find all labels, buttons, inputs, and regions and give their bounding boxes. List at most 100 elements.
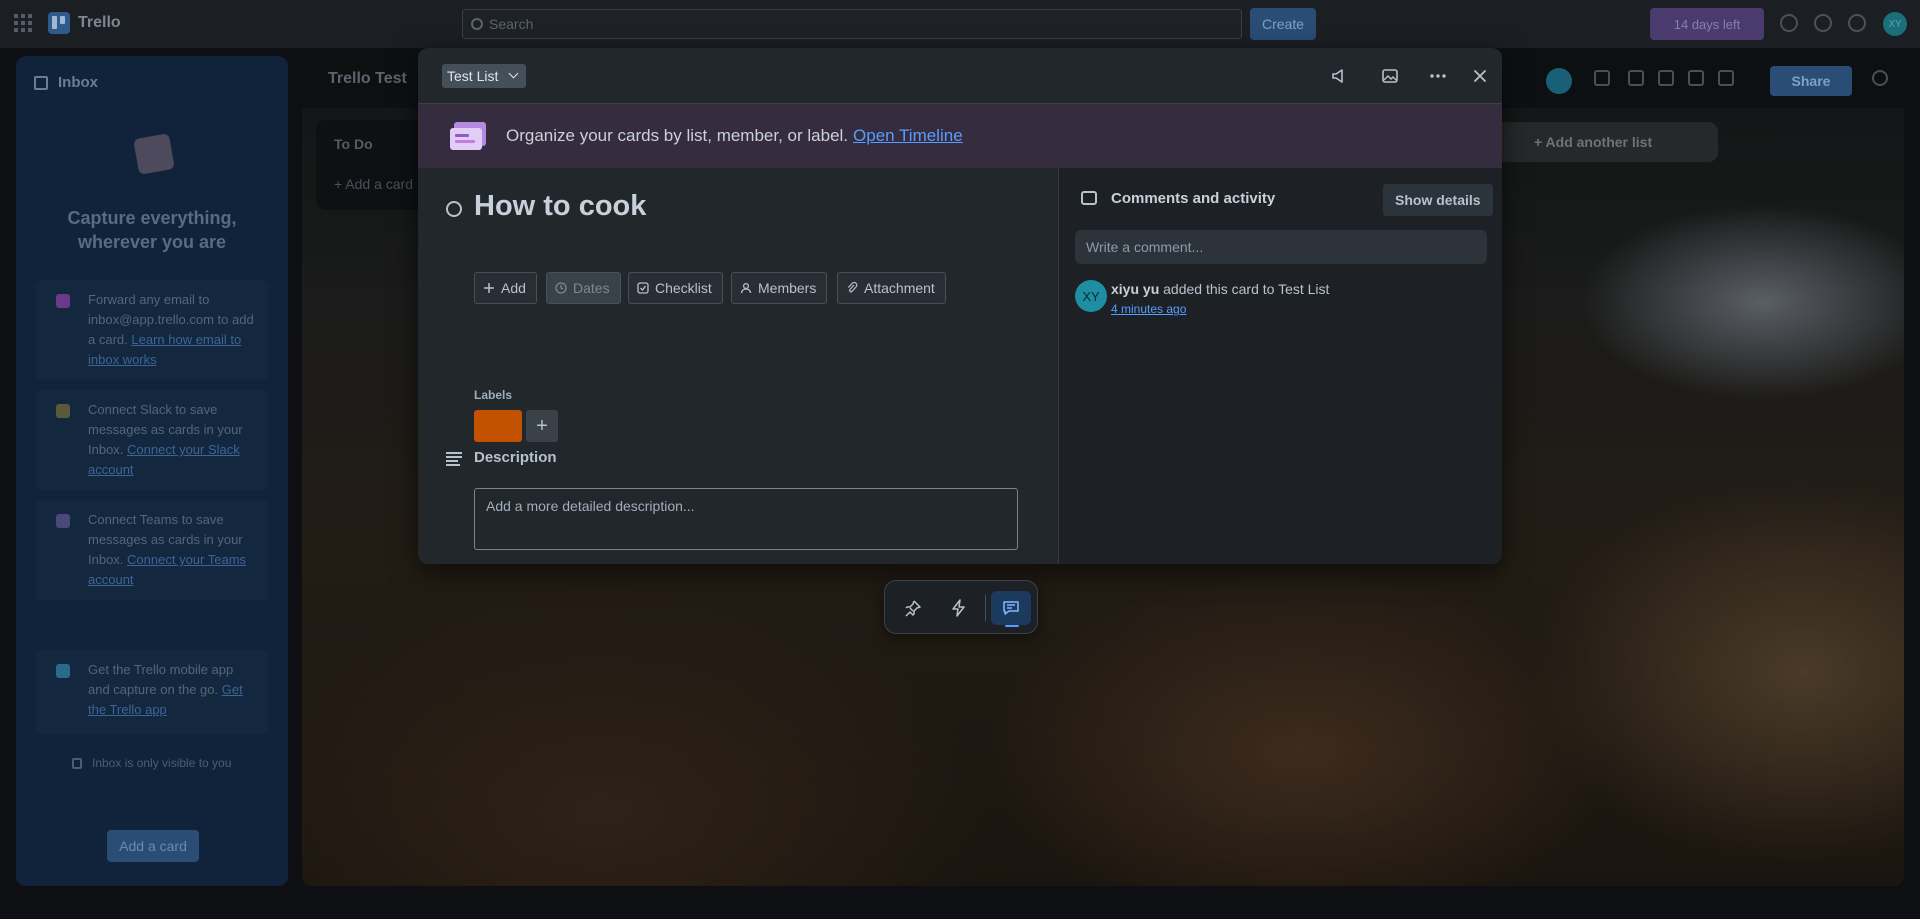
more-options-icon[interactable]	[1428, 66, 1448, 86]
filter-icon[interactable]	[1658, 70, 1674, 86]
checklist-button[interactable]: Checklist	[628, 272, 723, 304]
board-member-avatar[interactable]	[1546, 68, 1572, 94]
pin-icon	[905, 600, 921, 617]
bell-icon[interactable]	[1814, 14, 1832, 32]
chevron-down-icon	[508, 68, 519, 79]
checklist-button-label: Checklist	[655, 280, 712, 296]
slack-icon	[56, 404, 70, 418]
list-selector-label: Test List	[447, 68, 499, 84]
dates-button[interactable]: Dates	[546, 272, 621, 304]
inbox-panel: Inbox Capture everything, wherever you a…	[16, 56, 288, 886]
app-switcher-icon[interactable]	[14, 14, 32, 32]
trial-label: 14 days left	[1673, 16, 1741, 32]
attachment-button[interactable]: Attachment	[837, 272, 946, 304]
create-button[interactable]: Create	[1250, 8, 1316, 40]
dates-button-label: Dates	[573, 280, 610, 296]
lightning-icon	[952, 599, 965, 617]
clock-icon	[555, 282, 567, 294]
floating-dock	[884, 580, 1038, 634]
megaphone-icon[interactable]	[1780, 14, 1798, 32]
power-ups-icon[interactable]	[1594, 70, 1610, 86]
close-icon[interactable]	[1470, 66, 1490, 86]
visibility-icon[interactable]	[1718, 70, 1734, 86]
inbox-tip-email: Forward any email to inbox@app.trello.co…	[36, 280, 268, 380]
banner-message: Organize your cards by list, member, or …	[506, 126, 963, 146]
mark-complete-icon[interactable]	[446, 201, 462, 217]
members-button-label: Members	[758, 280, 817, 296]
comments-button[interactable]	[991, 591, 1031, 625]
list-add-card[interactable]: + Add a card	[334, 176, 413, 192]
trello-logo[interactable]: Trello	[48, 12, 121, 34]
card-detail-modal: Test List Organize your cards by list, m…	[418, 48, 1502, 564]
dock-separator	[985, 595, 986, 621]
description-placeholder: Add a more detailed description...	[486, 498, 695, 514]
add-button[interactable]: Add	[474, 272, 537, 304]
checkbox-icon	[637, 282, 649, 294]
inbox-title: Inbox	[34, 74, 98, 91]
automation-button[interactable]	[939, 591, 979, 625]
avatar[interactable]: XY	[1075, 280, 1107, 312]
account-avatar[interactable]: XY	[1883, 12, 1907, 36]
activity-entry: xiyu yu added this card to Test List	[1111, 281, 1329, 297]
inbox-tip-text: Get the Trello mobile app and capture on…	[88, 662, 234, 697]
card-main-column: How to cook Add Dates Checklist Members …	[418, 168, 1058, 564]
lock-icon	[72, 757, 82, 769]
activity-heading: Comments and activity	[1111, 190, 1276, 207]
add-button-label: Add	[501, 280, 526, 296]
inbox-privacy-text: Inbox is only visible to you	[92, 756, 232, 770]
plus-icon: +	[536, 414, 548, 437]
comment-input[interactable]: Write a comment...	[1075, 230, 1487, 264]
inbox-heading: Capture everything, wherever you are	[67, 208, 237, 252]
label-chip-orange[interactable]	[474, 410, 522, 442]
add-label-button[interactable]: +	[526, 410, 558, 442]
show-details-button[interactable]: Show details	[1383, 184, 1493, 216]
list-title[interactable]: To Do	[334, 136, 373, 152]
cover-image-icon[interactable]	[1380, 66, 1400, 86]
comment-icon	[1003, 601, 1019, 615]
card-title[interactable]: How to cook	[474, 190, 646, 223]
open-timeline-link[interactable]: Open Timeline	[853, 126, 963, 145]
pin-button[interactable]	[893, 591, 933, 625]
megaphone-icon[interactable]	[1330, 66, 1350, 86]
share-button[interactable]: Share	[1770, 66, 1852, 96]
description-input[interactable]: Add a more detailed description...	[474, 488, 1018, 550]
inbox-add-card-button[interactable]: Add a card	[107, 830, 199, 862]
activity-user[interactable]: xiyu yu	[1111, 281, 1159, 297]
search-input[interactable]: Search	[462, 9, 1242, 39]
help-icon[interactable]	[1848, 14, 1866, 32]
star-icon[interactable]	[1688, 70, 1704, 86]
board-title[interactable]: Trello Test	[328, 70, 407, 88]
labels-heading: Labels	[474, 388, 513, 402]
top-navigation: Trello Search Create 14 days left XY	[0, 0, 1920, 48]
comment-icon	[1081, 191, 1097, 205]
email-icon	[56, 294, 70, 308]
timeline-illustration-icon	[450, 122, 486, 150]
inbox-title-text: Inbox	[58, 74, 98, 91]
list-selector[interactable]: Test List	[442, 64, 527, 88]
active-indicator	[1005, 625, 1019, 627]
more-icon[interactable]	[1872, 70, 1888, 86]
search-placeholder: Search	[489, 16, 534, 32]
description-heading: Description	[474, 449, 557, 466]
brand-name: Trello	[78, 14, 121, 31]
inbox-icon	[34, 75, 48, 90]
inbox-illustration-icon	[133, 133, 175, 175]
trial-badge[interactable]: 14 days left	[1650, 8, 1764, 40]
banner-text: Organize your cards by list, member, or …	[506, 126, 849, 145]
paperclip-icon	[847, 282, 858, 293]
activity-action: added this card to Test List	[1163, 281, 1330, 297]
plus-icon	[484, 283, 494, 293]
modal-header: Test List	[418, 48, 1502, 104]
mobile-icon	[56, 664, 70, 678]
add-list-button[interactable]: + Add another list	[1488, 122, 1718, 162]
person-icon	[740, 282, 752, 294]
inbox-privacy-note: Inbox is only visible to you	[72, 756, 231, 770]
search-icon	[471, 18, 483, 30]
inbox-tip-mobile: Get the Trello mobile app and capture on…	[36, 650, 268, 734]
trello-logo-icon	[48, 12, 70, 34]
members-button[interactable]: Members	[731, 272, 828, 304]
activity-timestamp[interactable]: 4 minutes ago	[1111, 302, 1186, 316]
automation-icon[interactable]	[1628, 70, 1644, 86]
inbox-tip-teams: Connect Teams to save messages as cards …	[36, 500, 268, 600]
timeline-banner: Organize your cards by list, member, or …	[418, 104, 1502, 168]
